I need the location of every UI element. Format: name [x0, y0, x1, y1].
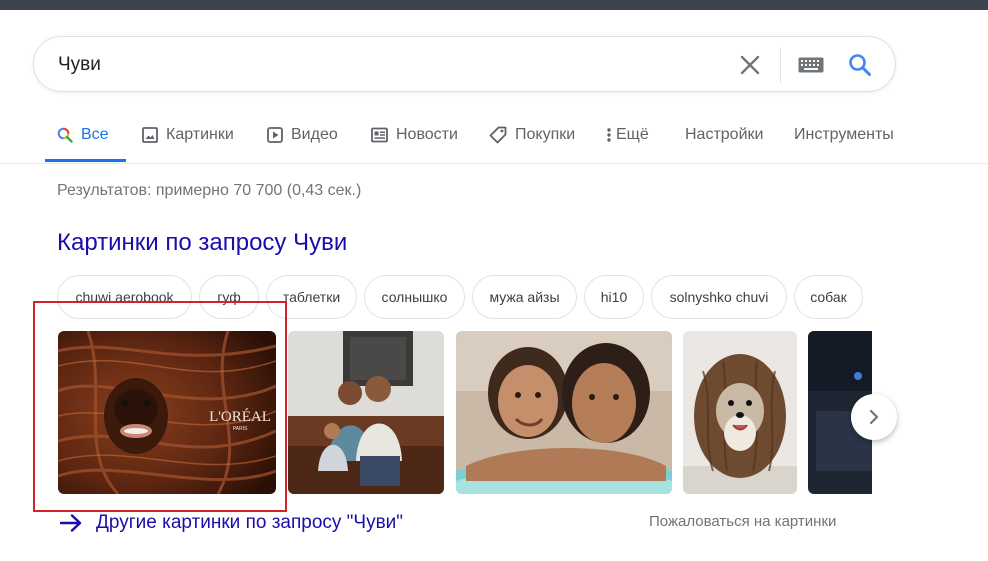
- two-men-sofa-image: [288, 331, 444, 494]
- search-divider: [780, 47, 781, 83]
- keyboard-icon: [798, 57, 824, 73]
- chip-husband-aiza[interactable]: мужа айзы: [472, 275, 577, 319]
- tab-images[interactable]: Картинки: [142, 118, 234, 162]
- chip-sun[interactable]: солнышко: [364, 275, 465, 319]
- tab-settings[interactable]: Настройки: [685, 118, 763, 162]
- image-icon: [142, 126, 158, 144]
- tab-label: Все: [81, 126, 109, 143]
- tab-more[interactable]: Ещё: [607, 118, 649, 162]
- tab-all[interactable]: Все: [57, 118, 109, 162]
- chip-dogs[interactable]: собак: [794, 275, 863, 319]
- tabs-divider: [0, 163, 988, 164]
- chip-label: солнышко: [381, 289, 448, 305]
- results-stats: Результатов: примерно 70 700 (0,43 сек.): [57, 182, 362, 199]
- chip-label: мужа айзы: [489, 289, 560, 305]
- search-box[interactable]: [33, 36, 896, 92]
- play-icon: [267, 126, 283, 144]
- tab-shopping[interactable]: Покупки: [489, 118, 575, 162]
- search-input[interactable]: [58, 51, 718, 79]
- arrow-right-icon: [60, 514, 82, 532]
- close-icon: [740, 55, 760, 75]
- more-images-link[interactable]: Другие картинки по запросу "Чуви": [60, 509, 403, 537]
- tab-label: Инструменты: [794, 126, 894, 143]
- image-thumbnail[interactable]: [456, 331, 672, 494]
- chevron-right-icon: [869, 409, 879, 425]
- tab-label: Настройки: [685, 126, 764, 143]
- search-icon: [849, 54, 871, 76]
- image-thumbnail[interactable]: [683, 331, 797, 494]
- chip-label: solnyshko chuvi: [669, 289, 769, 305]
- report-images-link[interactable]: Пожаловаться на картинки: [649, 513, 836, 530]
- tab-news[interactable]: Новости: [371, 118, 458, 162]
- images-section-title[interactable]: Картинки по запросу Чуви: [57, 229, 347, 257]
- tab-video[interactable]: Видео: [267, 118, 338, 162]
- chip-hi10[interactable]: hi10: [584, 275, 644, 319]
- search-icon: [57, 126, 73, 144]
- active-tab-indicator: [45, 159, 126, 162]
- clear-button[interactable]: [734, 51, 766, 79]
- chip-label: таблетки: [282, 289, 341, 305]
- tab-label: Ещё: [616, 126, 649, 143]
- chip-solnyshko-chuvi[interactable]: solnyshko chuvi: [651, 275, 787, 319]
- tab-label: Картинки: [166, 126, 234, 143]
- dog-in-costume-image: [683, 331, 797, 494]
- next-images-button[interactable]: [851, 394, 897, 440]
- news-icon: [371, 126, 388, 144]
- more-images-label: Другие картинки по запросу "Чуви": [96, 512, 404, 533]
- image-thumbnail[interactable]: [288, 331, 444, 494]
- chip-label: собак: [810, 289, 847, 305]
- tab-label: Покупки: [515, 126, 576, 143]
- tab-tools[interactable]: Инструменты: [794, 118, 894, 162]
- browser-top-strip: [0, 0, 988, 10]
- search-button[interactable]: [844, 49, 876, 81]
- tab-label: Новости: [396, 126, 458, 143]
- tag-icon: [489, 126, 507, 144]
- chip-label: hi10: [600, 289, 628, 305]
- keyboard-button[interactable]: [796, 51, 826, 79]
- highlight-annotation-box: [33, 301, 287, 512]
- couple-selfie-image: [456, 331, 672, 494]
- tab-label: Видео: [291, 126, 338, 143]
- more-vert-icon: [607, 126, 611, 144]
